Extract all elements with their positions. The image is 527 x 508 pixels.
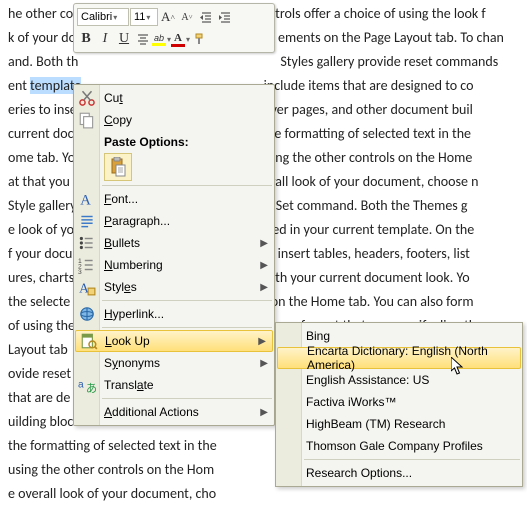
- format-painter-button[interactable]: [191, 30, 209, 48]
- menu-label: Copy: [104, 113, 132, 127]
- italic-button[interactable]: I: [96, 30, 114, 48]
- copy-menu-item[interactable]: Copy: [74, 109, 274, 131]
- submenu-arrow-icon: ▶: [260, 260, 268, 271]
- decrease-indent-button[interactable]: [197, 8, 215, 26]
- menu-label: Additional Actions: [104, 405, 199, 419]
- synonyms-menu-item[interactable]: Synonyms ▶: [74, 352, 274, 374]
- font-menu-item[interactable]: A Font...: [74, 188, 274, 210]
- numbering-menu-item[interactable]: 123 Numbering ▶: [74, 254, 274, 276]
- paste-keep-source-button[interactable]: [104, 153, 132, 181]
- menu-label: Synonyms: [104, 356, 160, 370]
- hyperlink-icon: [78, 305, 96, 323]
- menu-label: Thomson Gale Company Profiles: [306, 439, 483, 453]
- context-menu: Cut Copy Paste Options: A Font... Paragr…: [73, 84, 275, 426]
- menu-label: Hyperlink...: [104, 307, 164, 321]
- submenu-arrow-icon: ▶: [260, 282, 268, 293]
- font-color-button[interactable]: A▾: [172, 30, 190, 48]
- font-size-select[interactable]: 11▾: [130, 8, 158, 26]
- bold-button[interactable]: B: [77, 30, 95, 48]
- menu-label: Factiva iWorks™: [306, 395, 396, 409]
- menu-label: Numbering: [104, 258, 163, 272]
- underline-button[interactable]: U: [115, 30, 133, 48]
- hyperlink-menu-item[interactable]: Hyperlink...: [74, 303, 274, 325]
- svg-text:あ: あ: [86, 382, 96, 394]
- paragraph-icon: [78, 212, 96, 230]
- factiva-item[interactable]: Factiva iWorks™: [276, 391, 522, 413]
- styles-icon: A: [78, 278, 96, 296]
- increase-indent-button[interactable]: [216, 8, 234, 26]
- research-options-item[interactable]: Research Options...: [276, 462, 522, 484]
- english-assistance-item[interactable]: English Assistance: US: [276, 369, 522, 391]
- menu-label: HighBeam (TM) Research: [306, 417, 445, 431]
- look-up-submenu: Bing Encarta Dictionary: English (North …: [275, 322, 523, 487]
- bullets-menu-item[interactable]: Bullets ▶: [74, 232, 274, 254]
- submenu-arrow-icon: ▶: [260, 407, 268, 418]
- menu-label: Look Up: [105, 334, 150, 348]
- menu-label: Encarta Dictionary: English (North Ameri…: [307, 344, 520, 372]
- additional-actions-menu-item[interactable]: Additional Actions ▶: [74, 401, 274, 423]
- menu-label: English Assistance: US: [306, 373, 429, 387]
- menu-label: Research Options...: [306, 466, 412, 480]
- menu-label: Bing: [306, 329, 330, 343]
- shrink-font-button[interactable]: A˅: [178, 8, 196, 26]
- font-name-select[interactable]: Calibri▾: [77, 8, 129, 26]
- styles-menu-item[interactable]: A Styles ▶: [74, 276, 274, 298]
- menu-label: Font...: [104, 192, 138, 206]
- grow-font-button[interactable]: A˄: [159, 8, 177, 26]
- paragraph-menu-item[interactable]: Paragraph...: [74, 210, 274, 232]
- cut-icon: [78, 89, 96, 107]
- copy-icon: [78, 111, 96, 129]
- cut-menu-item[interactable]: Cut: [74, 87, 274, 109]
- encarta-dictionary-item[interactable]: Encarta Dictionary: English (North Ameri…: [277, 347, 521, 369]
- menu-label: Paragraph...: [104, 214, 170, 228]
- mini-toolbar: Calibri▾ 11▾ A˄ A˅ B I U ab▾ A▾: [73, 3, 275, 53]
- menu-label: Cut: [104, 91, 123, 105]
- submenu-arrow-icon: ▶: [258, 336, 266, 347]
- submenu-arrow-icon: ▶: [260, 358, 268, 369]
- menu-label: Bullets: [104, 236, 140, 250]
- look-up-menu-item[interactable]: Look Up ▶: [75, 330, 273, 352]
- bullets-icon: [78, 234, 96, 252]
- menu-label: Styles: [104, 280, 137, 294]
- menu-label: Translate: [104, 378, 154, 392]
- svg-text:a: a: [78, 379, 84, 390]
- font-icon: A: [78, 190, 96, 208]
- highbeam-item[interactable]: HighBeam (TM) Research: [276, 413, 522, 435]
- highlight-color-button[interactable]: ab▾: [153, 30, 171, 48]
- align-center-button[interactable]: [134, 30, 152, 48]
- thomson-gale-item[interactable]: Thomson Gale Company Profiles: [276, 435, 522, 457]
- submenu-arrow-icon: ▶: [260, 238, 268, 249]
- translate-menu-item[interactable]: aあ Translate: [74, 374, 274, 396]
- svg-text:3: 3: [78, 269, 82, 274]
- numbering-icon: 123: [78, 256, 96, 274]
- lookup-icon: [80, 332, 98, 350]
- svg-text:A: A: [80, 193, 91, 208]
- translate-icon: aあ: [78, 376, 96, 394]
- paste-options-header: Paste Options:: [74, 131, 274, 151]
